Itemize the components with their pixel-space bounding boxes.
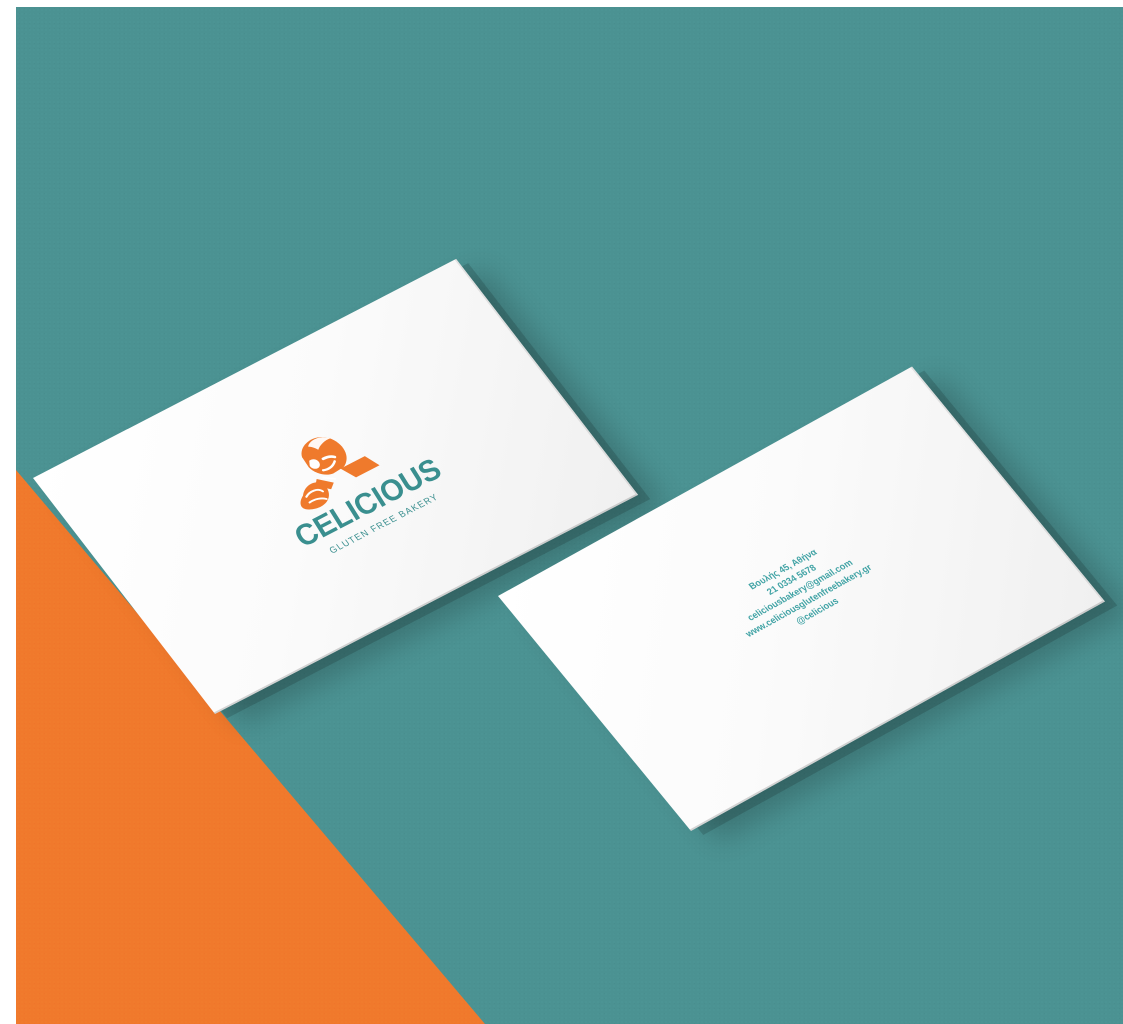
business-card-mockup-scene: CELICIOUS GLUTEN FREE BAKERY Βουλής 45, …: [0, 0, 1123, 1024]
contact-details: Βουλής 45, Αθήνα 21 0334 5678 celiciousb…: [683, 512, 918, 670]
top-white-margin: [0, 0, 1123, 7]
celicious-logo: CELICIOUS GLUTEN FREE BAKERY: [224, 390, 475, 588]
left-white-margin: [0, 0, 16, 1024]
